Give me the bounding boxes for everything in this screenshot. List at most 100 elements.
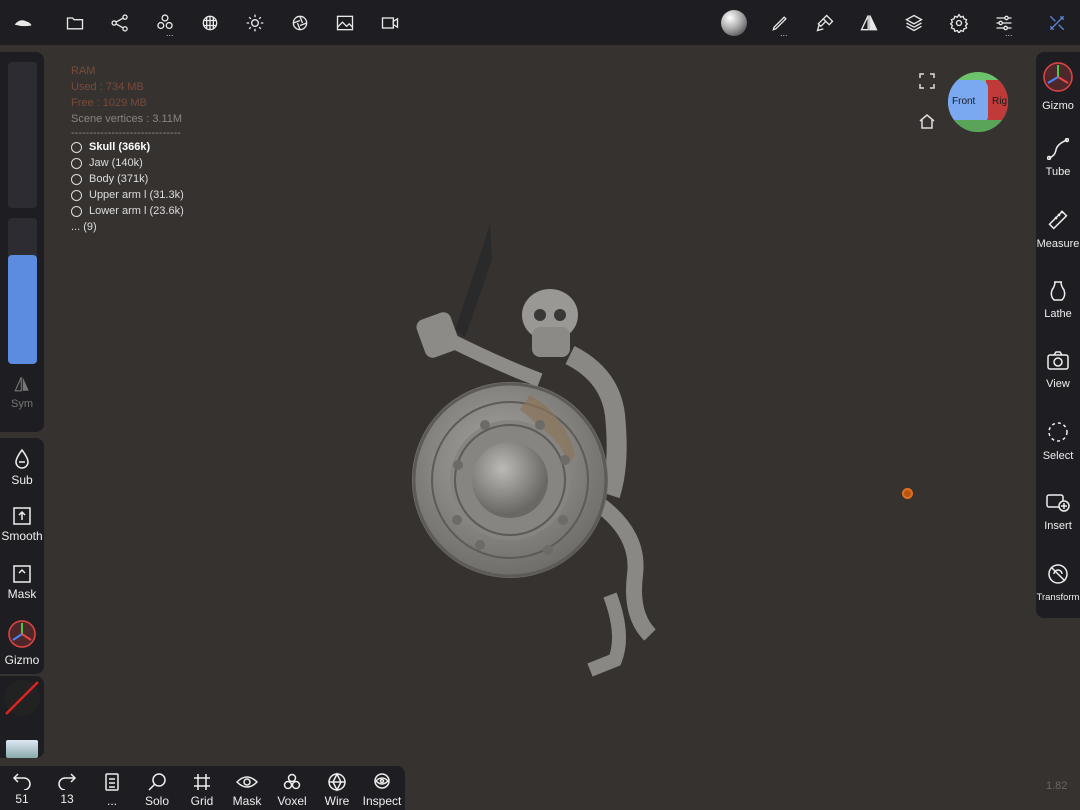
insert-icon xyxy=(1046,494,1070,512)
material-icon[interactable] xyxy=(197,10,223,36)
object-list-item[interactable]: Jaw (140k) xyxy=(71,155,184,171)
object-name: Body (371k) xyxy=(89,173,149,185)
info-separator: ------------------------------ xyxy=(71,127,181,139)
insert-button[interactable]: Insert xyxy=(1036,492,1080,532)
left-slider-panel: Sym xyxy=(0,52,44,432)
mask-icon xyxy=(13,565,31,583)
video-icon[interactable] xyxy=(377,10,403,36)
inspect-icon xyxy=(374,773,390,789)
eye-icon xyxy=(236,776,258,788)
settings-icon[interactable] xyxy=(946,10,972,36)
mask-tool-button[interactable]: Mask xyxy=(0,564,44,601)
search-icon xyxy=(148,773,166,791)
navcube-right-label: Rig xyxy=(992,96,1008,107)
lathe-button[interactable]: Lathe xyxy=(1036,280,1080,320)
ram-free: Free : 1029 MB xyxy=(71,97,147,109)
mesh-icon xyxy=(71,189,82,201)
bottom-toolbar: 51 13 ... Solo Grid Mask Voxel Wire Insp… xyxy=(0,766,405,810)
color-panel xyxy=(0,676,44,758)
object-list-item[interactable]: Upper arm l (31.3k) xyxy=(71,187,184,203)
top-toolbar: ... ... ... xyxy=(0,0,1080,45)
tube-button[interactable]: Tube xyxy=(1036,138,1080,178)
insert-label: Insert xyxy=(1044,520,1072,532)
logo-icon[interactable] xyxy=(10,10,36,36)
select-button[interactable]: Select xyxy=(1036,420,1080,462)
camera-icon xyxy=(1047,351,1069,370)
home-view-icon[interactable] xyxy=(918,112,938,132)
mesh-icon xyxy=(71,173,82,185)
material-swatch[interactable] xyxy=(6,740,38,758)
layers-icon[interactable] xyxy=(901,10,927,36)
measure-button[interactable]: Measure xyxy=(1036,208,1080,250)
mask-label: Mask xyxy=(7,587,37,601)
pivot-point[interactable] xyxy=(902,488,913,499)
grid-label: Grid xyxy=(190,794,214,808)
smooth-label: Smooth xyxy=(1,529,43,543)
object-name: Upper arm l (31.3k) xyxy=(89,189,184,201)
solo-button[interactable]: Solo xyxy=(135,772,179,808)
skeleton-warrior-model[interactable] xyxy=(400,215,680,685)
mask-visibility-button[interactable]: Mask xyxy=(225,772,269,808)
wire-button[interactable]: Wire xyxy=(315,772,359,808)
sym-button[interactable]: Sym xyxy=(0,372,44,422)
dashed-circle-icon xyxy=(1048,422,1068,442)
symmetry-icon xyxy=(14,377,29,392)
sliders-icon[interactable] xyxy=(991,10,1017,36)
sym-label: Sym xyxy=(11,398,33,410)
object-name: Jaw (140k) xyxy=(89,157,143,169)
more-objects[interactable]: ... (9) xyxy=(71,219,184,235)
voxel-icon xyxy=(283,773,301,790)
scene-graph-icon[interactable] xyxy=(107,10,133,36)
matcap-sphere-icon[interactable] xyxy=(720,9,748,37)
object-list-item[interactable]: Body (371k) xyxy=(71,171,184,187)
gizmo-label: Gizmo xyxy=(1042,100,1074,112)
transform-button[interactable]: Transform xyxy=(1036,562,1080,603)
voxel-label: Voxel xyxy=(277,794,307,808)
solo-label: Solo xyxy=(144,794,170,808)
mesh-icon xyxy=(71,141,82,153)
wireframe-icon xyxy=(328,772,346,792)
voxel-button[interactable]: Voxel xyxy=(270,772,314,808)
view-label: View xyxy=(1046,378,1070,390)
object-list-item[interactable]: Lower arm l (23.6k) xyxy=(71,203,184,219)
redo-count: 13 xyxy=(60,792,74,806)
color-swatch[interactable] xyxy=(4,680,40,716)
tools-icon[interactable] xyxy=(1044,10,1070,36)
folder-icon[interactable] xyxy=(62,10,88,36)
view-button[interactable]: View xyxy=(1036,350,1080,390)
light-icon[interactable] xyxy=(242,10,268,36)
undo-button[interactable]: 51 xyxy=(0,772,44,806)
redo-icon xyxy=(58,773,77,790)
version-label: 1.82 xyxy=(1046,780,1068,792)
render-icon[interactable] xyxy=(287,10,313,36)
intensity-slider[interactable] xyxy=(8,218,37,364)
history-icon xyxy=(105,773,119,791)
measure-label: Measure xyxy=(1036,238,1080,250)
redo-button[interactable]: 13 xyxy=(45,772,89,806)
history-button[interactable]: ... xyxy=(90,772,134,808)
undo-count: 51 xyxy=(15,792,29,806)
object-list-item[interactable]: Skull (366k) xyxy=(71,139,184,155)
mask-label: Mask xyxy=(232,794,262,808)
paint-icon[interactable] xyxy=(812,10,838,36)
smooth-tool-button[interactable]: Smooth xyxy=(0,506,44,543)
gizmo-button[interactable]: Gizmo xyxy=(1036,60,1080,112)
inspect-button[interactable]: Inspect xyxy=(360,772,404,808)
mesh-icon xyxy=(71,205,82,217)
ram-label: RAM xyxy=(71,65,96,77)
undo-icon xyxy=(12,773,31,790)
navigation-cube[interactable]: Front Rig xyxy=(948,72,1008,132)
background-image-icon[interactable] xyxy=(332,10,358,36)
frame-view-icon[interactable] xyxy=(918,72,938,92)
select-label: Select xyxy=(1042,450,1074,462)
sub-tool-button[interactable]: Sub xyxy=(0,448,44,487)
grid-button[interactable]: Grid xyxy=(180,772,224,808)
inspect-label: Inspect xyxy=(362,794,402,808)
gizmo-tool-button[interactable]: Gizmo xyxy=(0,618,44,667)
primitives-icon[interactable] xyxy=(152,10,178,36)
brush-more-indicator: ... xyxy=(780,28,788,38)
sliders-more-indicator: ... xyxy=(1005,28,1013,38)
left-tools-panel: Sub Smooth Mask Gizmo xyxy=(0,438,44,674)
radius-slider[interactable] xyxy=(8,62,37,208)
symmetry-icon[interactable] xyxy=(856,10,882,36)
